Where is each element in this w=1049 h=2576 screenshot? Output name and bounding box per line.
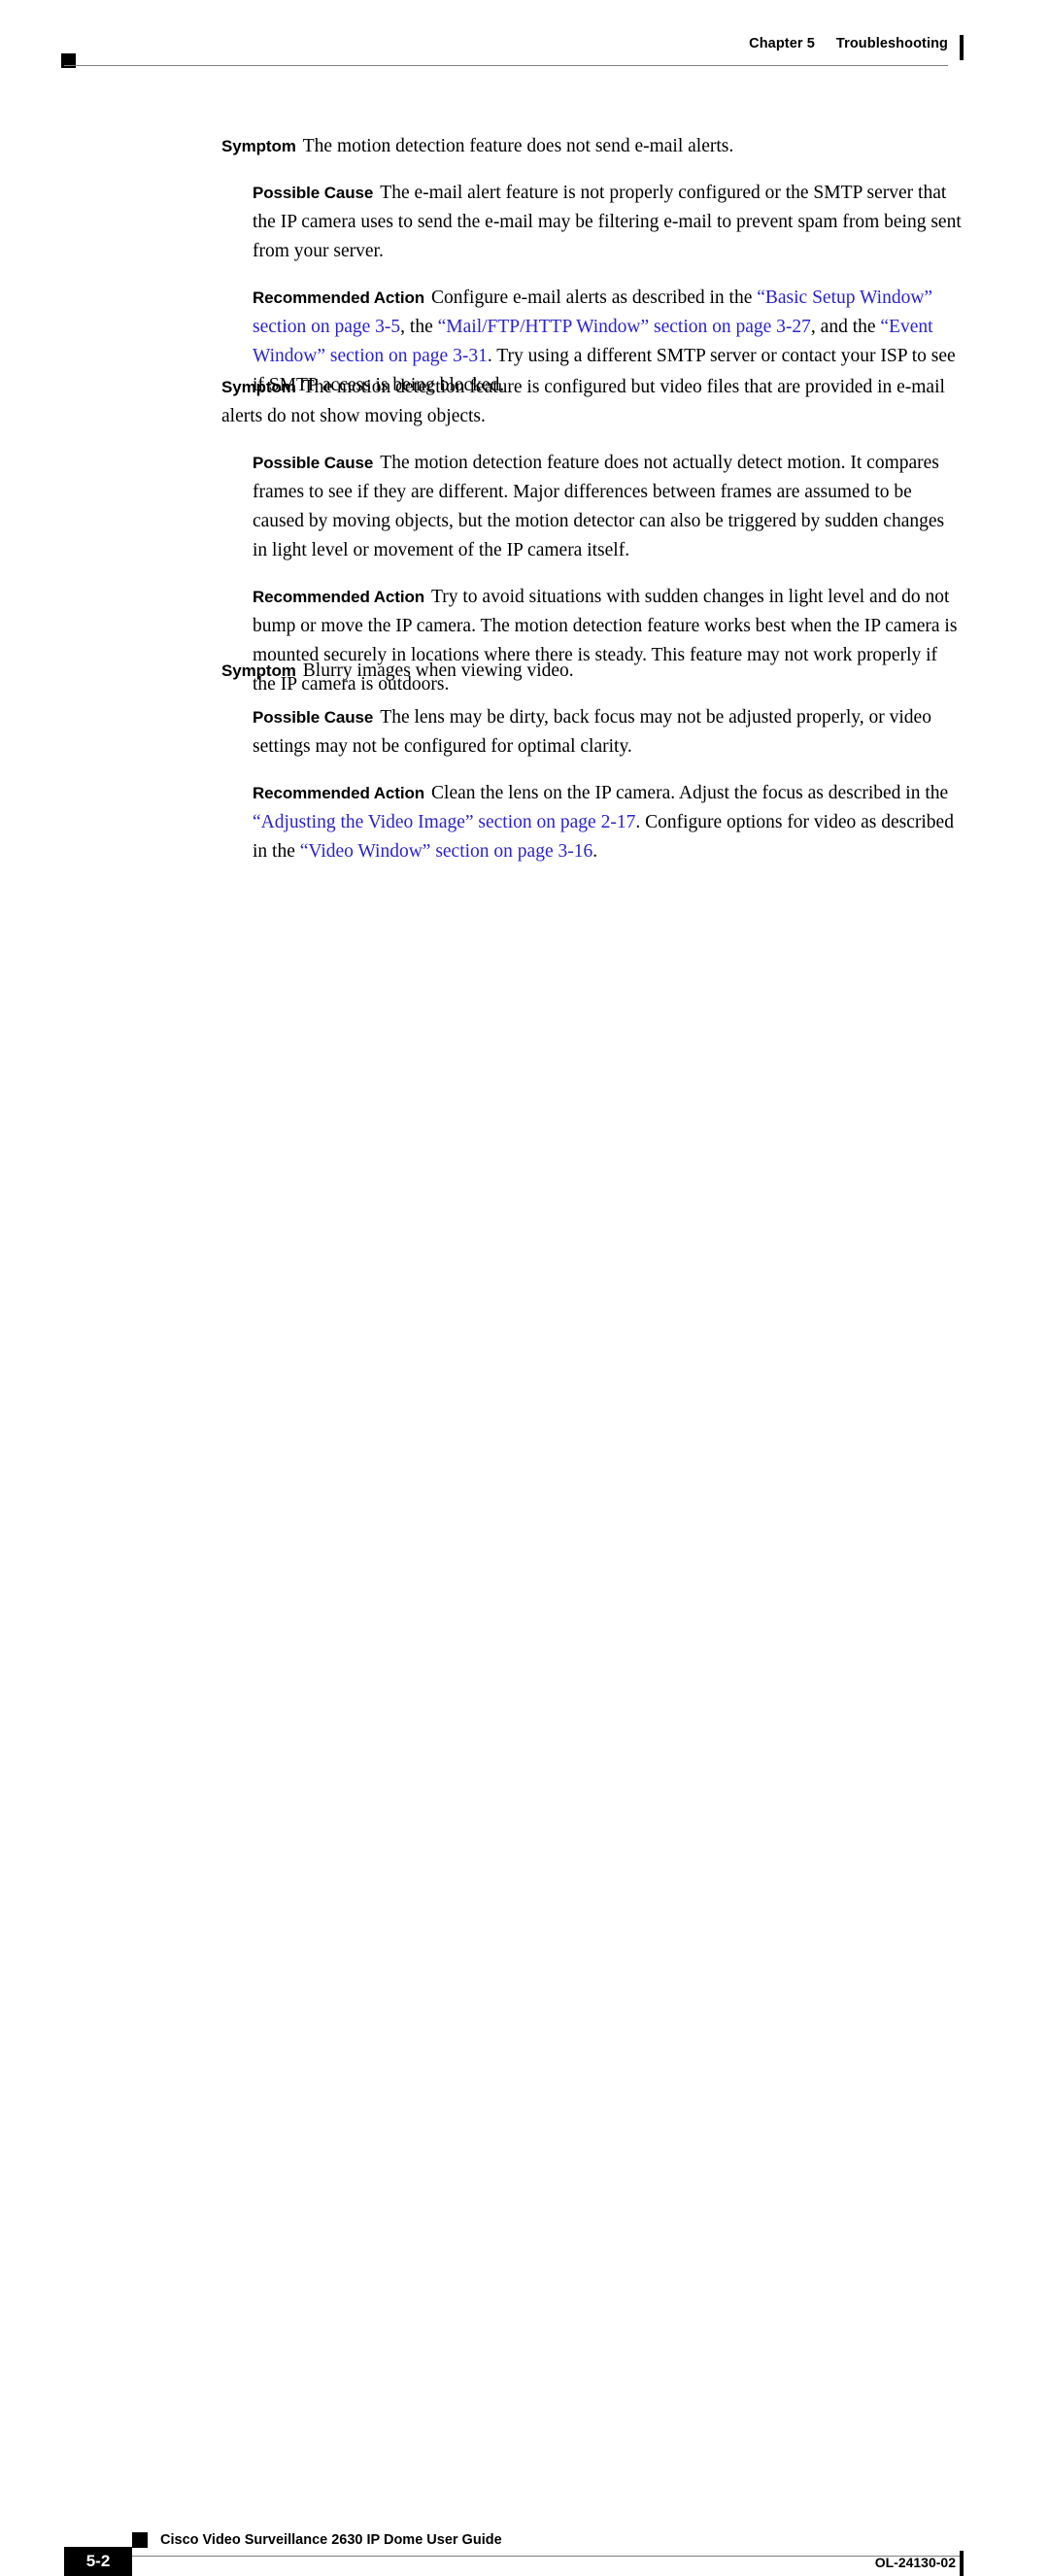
symptom-label: Symptom [221, 137, 296, 155]
footer-marker-square [132, 2532, 148, 2548]
possible-cause-label: Possible Cause [253, 184, 374, 202]
header-breadcrumb: Chapter 5 Troubleshooting [749, 36, 948, 51]
header-section-label: Troubleshooting [835, 36, 948, 51]
page-number-box: 5-2 [64, 2547, 132, 2576]
recommended-action-text: Configure e-mail alerts as described in … [431, 288, 758, 308]
possible-cause-label: Possible Cause [253, 708, 374, 727]
symptom-paragraph: Symptom The motion detection feature is c… [221, 373, 962, 431]
possible-cause-paragraph: Possible Cause The motion detection featu… [253, 449, 962, 565]
cross-reference-link[interactable]: “Video Window” section on page 3-16 [300, 841, 592, 862]
recommended-action-paragraph: Recommended Action Clean the lens on the … [253, 779, 962, 866]
recommended-action-text: Clean the lens on the IP camera. Adjust … [431, 783, 949, 803]
troubleshooting-block: Symptom Blurry images when viewing video.… [221, 657, 962, 866]
symptom-label: Symptom [221, 378, 296, 396]
page-header: Chapter 5 Troubleshooting [0, 0, 1049, 87]
footer-guide-title: Cisco Video Surveillance 2630 IP Dome Us… [160, 2532, 502, 2548]
footer-document-id: OL-24130-02 [874, 2555, 956, 2570]
possible-cause-paragraph: Possible Cause The e-mail alert feature i… [253, 179, 962, 266]
cross-reference-link[interactable]: “Mail/FTP/HTTP Window” section on page 3… [438, 317, 811, 337]
recommended-action-text: , and the [810, 317, 881, 337]
header-chapter-label: Chapter 5 [749, 36, 815, 51]
possible-cause-label: Possible Cause [253, 454, 374, 472]
troubleshooting-block: Symptom The motion detection feature is c… [221, 373, 962, 699]
symptom-paragraph: Symptom The motion detection feature does… [221, 132, 962, 161]
recommended-action-text: . [592, 841, 598, 862]
header-marker-square [60, 52, 77, 69]
footer-edge-bar [960, 2551, 964, 2576]
page-footer: Cisco Video Surveillance 2630 IP Dome Us… [0, 1260, 1049, 2576]
symptom-label: Symptom [221, 661, 296, 680]
page-number-label: 5-2 [85, 2552, 111, 2570]
symptom-text: The motion detection feature does not se… [302, 136, 734, 156]
header-edge-bar [960, 35, 964, 60]
symptom-text: The motion detection feature is configur… [221, 377, 945, 426]
symptom-text: Blurry images when viewing video. [302, 661, 574, 681]
recommended-action-label: Recommended Action [253, 784, 425, 802]
footer-divider [64, 2556, 960, 2557]
cross-reference-link[interactable]: “Adjusting the Video Image” section on p… [253, 812, 635, 832]
symptom-paragraph: Symptom Blurry images when viewing video. [221, 657, 962, 686]
recommended-action-text: , the [400, 317, 438, 337]
possible-cause-paragraph: Possible Cause The lens may be dirty, bac… [253, 703, 962, 762]
recommended-action-label: Recommended Action [253, 588, 425, 606]
header-divider [64, 65, 948, 66]
troubleshooting-block: Symptom The motion detection feature does… [221, 132, 962, 400]
recommended-action-label: Recommended Action [253, 288, 425, 307]
